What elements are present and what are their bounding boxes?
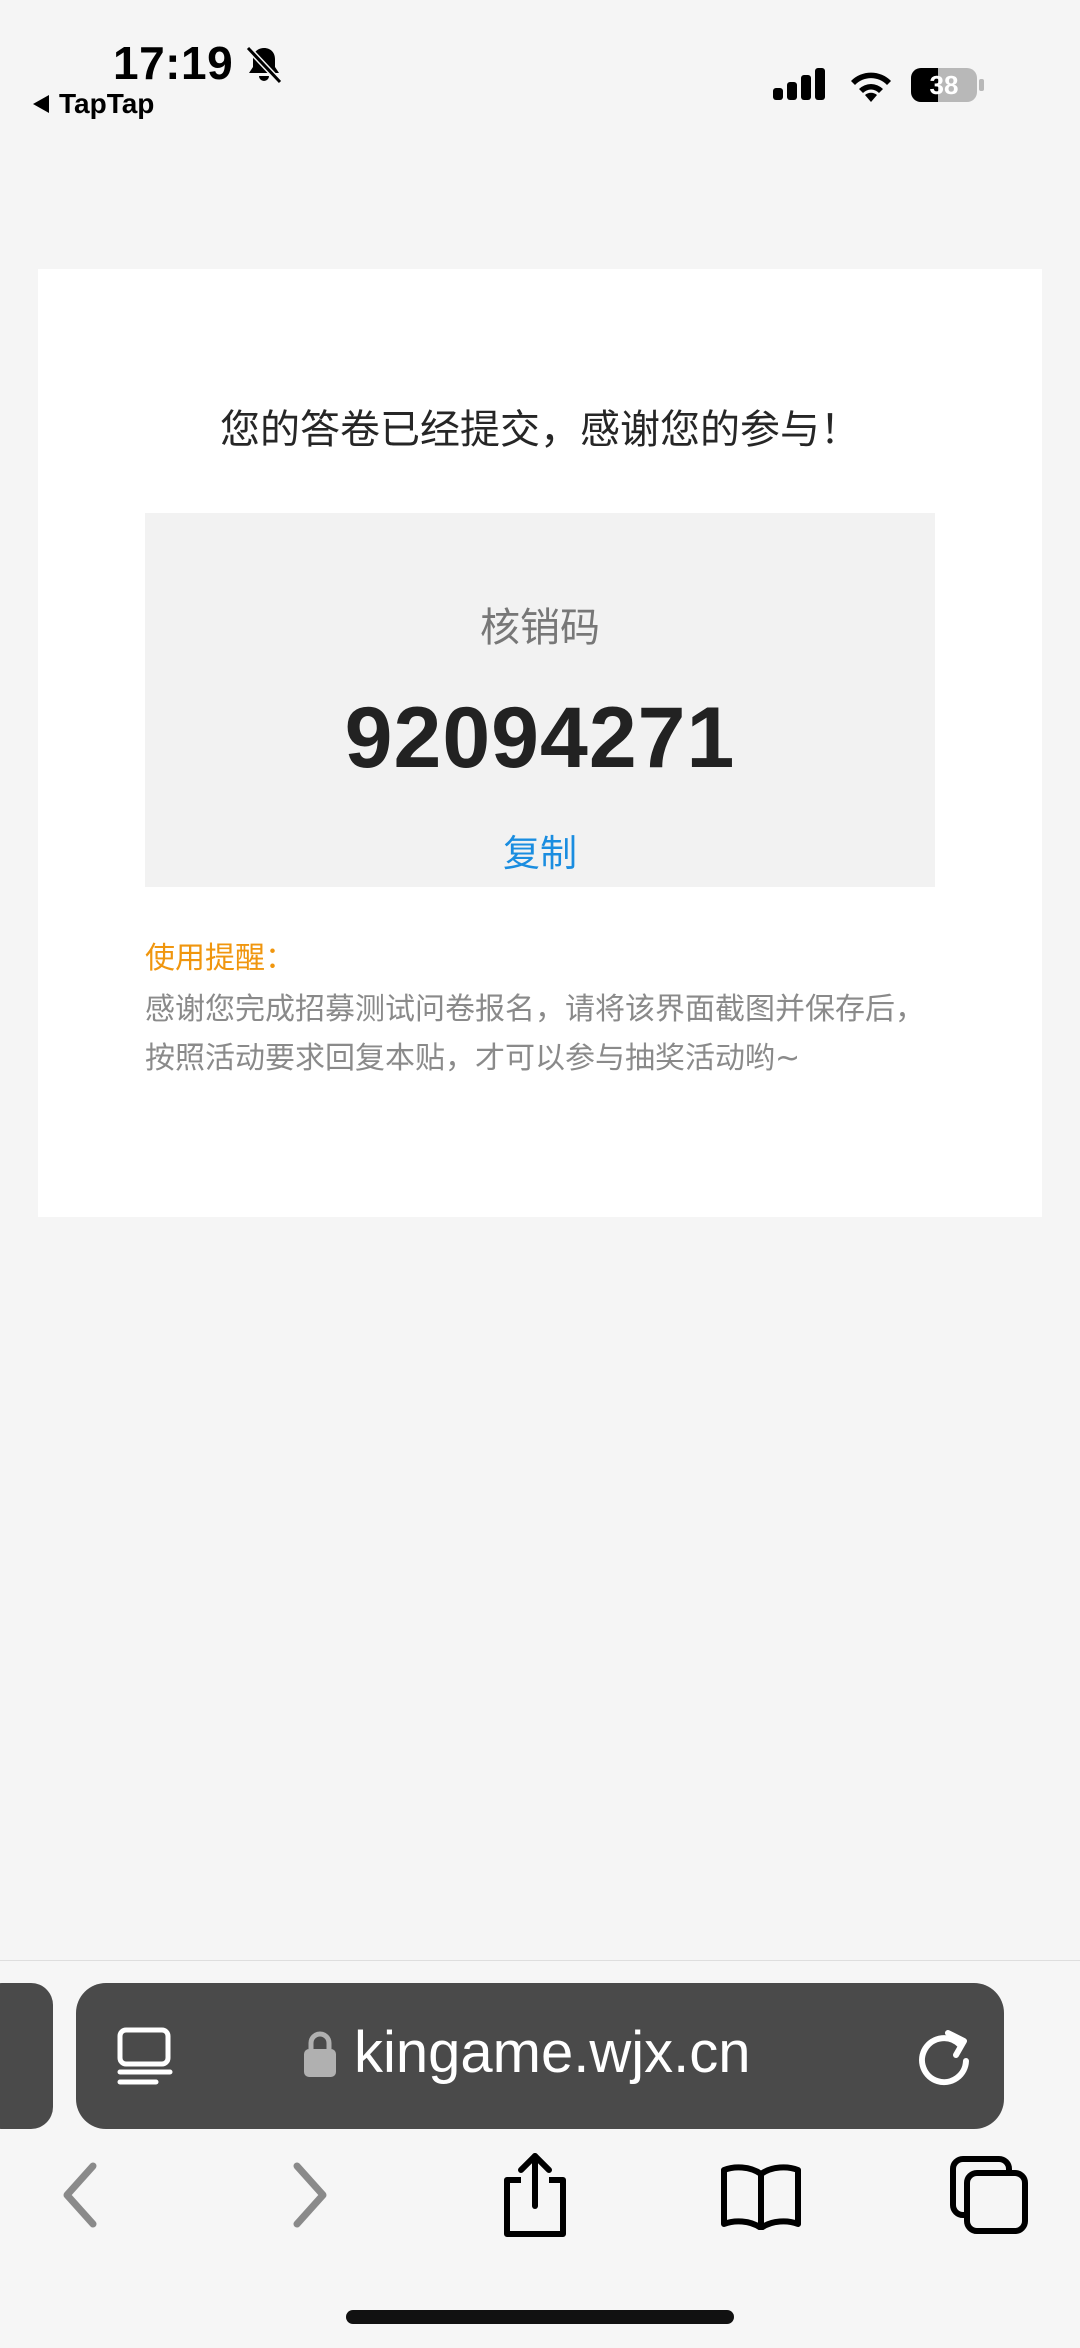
code-label: 核销码 xyxy=(480,605,600,651)
back-app-label: TapTap xyxy=(59,88,155,119)
forward-icon xyxy=(293,2162,327,2228)
status-time: 17:19 xyxy=(113,37,234,89)
back-to-app-button[interactable]: TapTap xyxy=(33,88,154,120)
reader-icon[interactable] xyxy=(114,2026,176,2086)
submission-headline: 您的答卷已经提交，感谢您的参与！ xyxy=(220,407,860,453)
bell-slash-icon xyxy=(245,45,283,85)
wifi-icon xyxy=(851,72,891,102)
verification-code: 92094271 xyxy=(344,690,736,786)
copy-button[interactable]: 复制 xyxy=(145,823,935,877)
status-bar: 17:19 TapTap 38 xyxy=(0,0,1080,140)
lock-icon xyxy=(304,2031,336,2077)
tabs-button[interactable] xyxy=(944,2150,1034,2240)
tip-title: 使用提醒： xyxy=(145,941,295,976)
tip-body: 感谢您完成招募测试问卷报名，请将该界面截图并保存后，按照活动要求回复本贴，才可以… xyxy=(145,992,925,1076)
bookmarks-button[interactable] xyxy=(716,2150,806,2240)
signal-icon xyxy=(773,68,825,100)
result-card: 您的答卷已经提交，感谢您的参与！ 核销码 92094271 复制 使用提醒： 感… xyxy=(38,269,1042,1217)
reload-icon[interactable] xyxy=(910,2021,976,2091)
home-indicator[interactable] xyxy=(346,2310,734,2324)
url-text: kingame.wjx.cn xyxy=(354,2020,751,2085)
battery-level: 38 xyxy=(930,70,959,100)
back-triangle-icon xyxy=(33,95,49,113)
forward-button[interactable] xyxy=(270,2150,350,2240)
tabs-icon xyxy=(950,2156,1028,2234)
share-icon xyxy=(504,2153,566,2237)
back-button[interactable] xyxy=(40,2150,120,2240)
share-button[interactable] xyxy=(490,2150,580,2240)
back-icon xyxy=(63,2162,97,2228)
address-bar[interactable]: kingame.wjx.cn xyxy=(76,1983,1004,2129)
previous-tab-preview[interactable] xyxy=(0,1983,53,2129)
code-box: 核销码 92094271 复制 xyxy=(145,513,935,887)
bookmarks-icon xyxy=(721,2164,801,2230)
battery-icon: 38 xyxy=(911,68,984,102)
